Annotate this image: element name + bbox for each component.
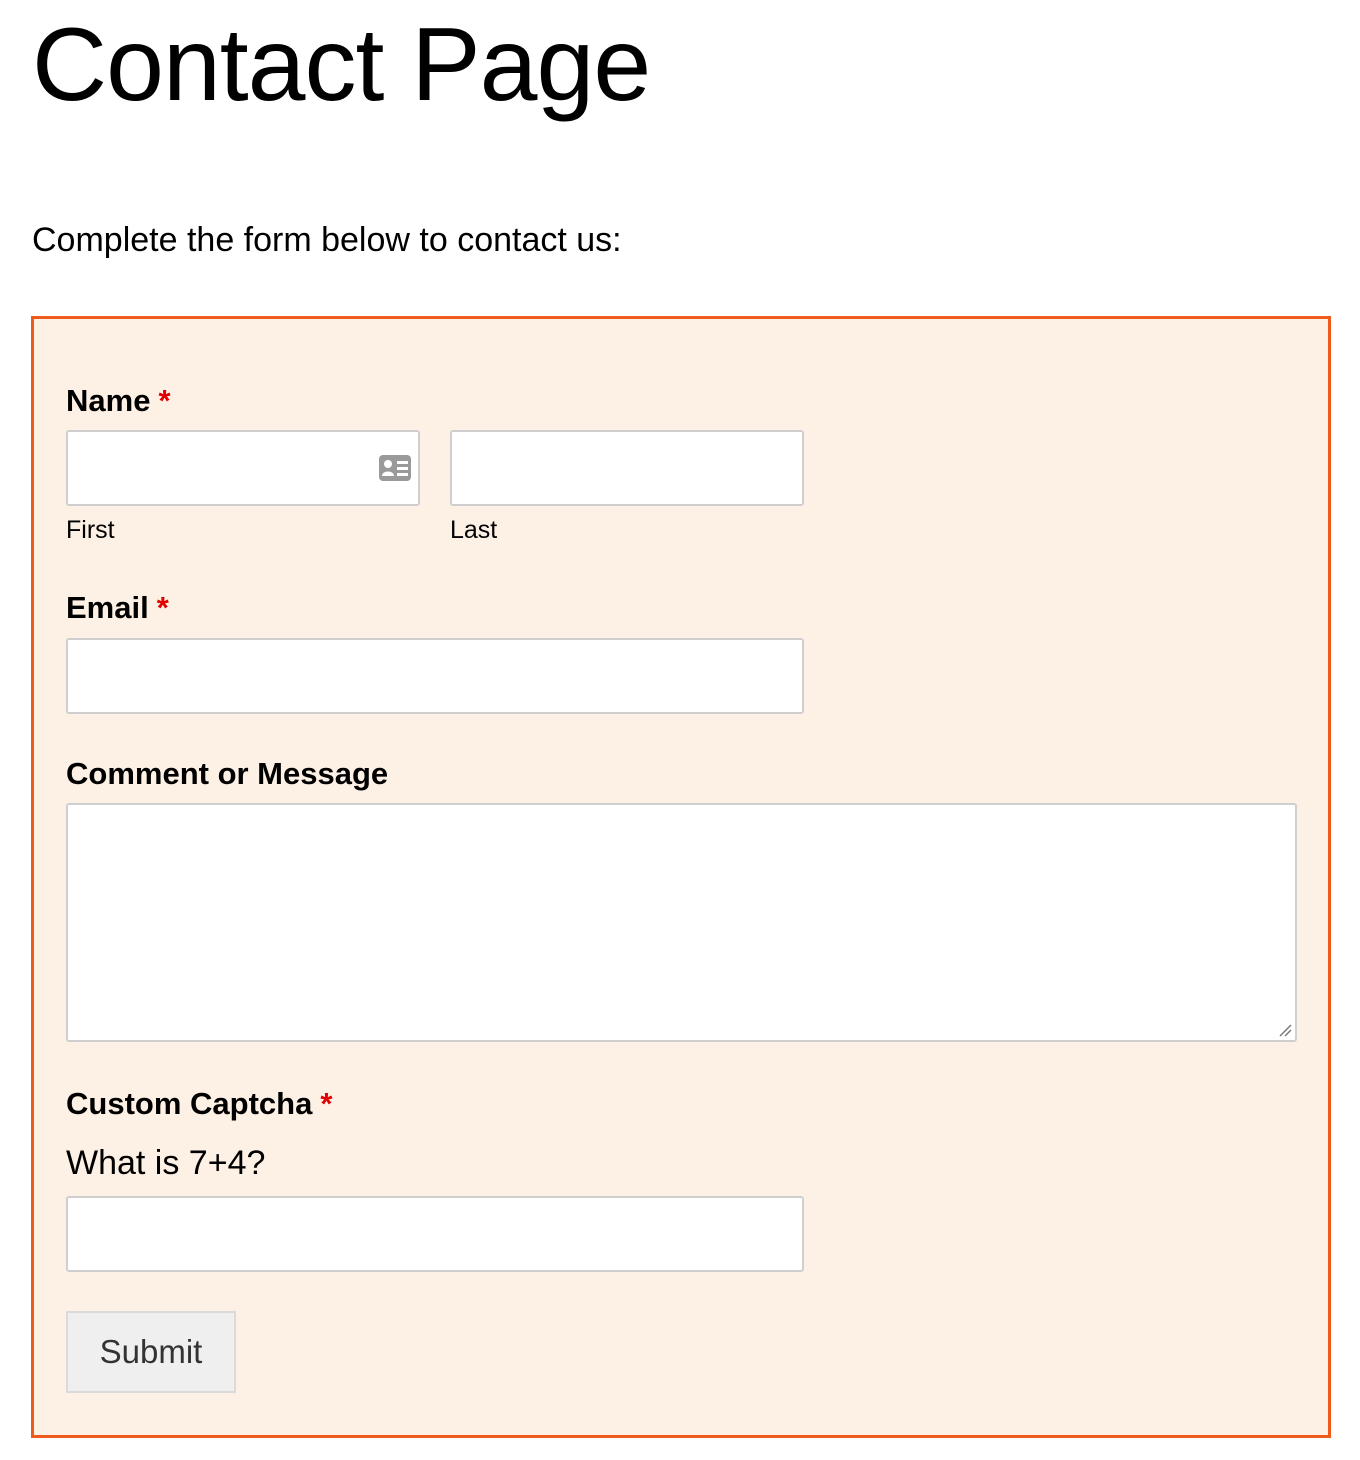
required-marker: * (320, 1086, 333, 1121)
first-name-sublabel: First (66, 516, 115, 544)
email-label-text: Email (66, 590, 149, 625)
contact-card-icon[interactable] (378, 454, 412, 482)
page-title: Contact Page (32, 7, 651, 123)
captcha-label: Custom Captcha * (66, 1086, 332, 1122)
required-marker: * (158, 383, 171, 418)
required-marker: * (156, 590, 169, 625)
contact-form: Name * First Last Email * Comment or Messa… (31, 316, 1331, 1438)
contact-page: Contact Page Complete the form below to … (0, 0, 1360, 1460)
name-label: Name * (66, 383, 171, 419)
name-label-text: Name (66, 383, 151, 418)
email-label: Email * (66, 590, 169, 626)
intro-text: Complete the form below to contact us: (32, 221, 622, 259)
captcha-label-text: Custom Captcha (66, 1086, 313, 1121)
email-field[interactable] (66, 638, 804, 714)
last-name-sublabel: Last (450, 516, 498, 544)
captcha-input[interactable] (66, 1196, 804, 1272)
submit-button[interactable]: Submit (66, 1311, 236, 1393)
first-name-input[interactable] (66, 430, 420, 506)
message-textarea[interactable] (66, 803, 1297, 1042)
last-name-input[interactable] (450, 430, 804, 506)
resize-handle-icon[interactable] (1278, 1023, 1292, 1037)
captcha-question: What is 7+4? (66, 1144, 266, 1182)
message-label: Comment or Message (66, 756, 389, 791)
